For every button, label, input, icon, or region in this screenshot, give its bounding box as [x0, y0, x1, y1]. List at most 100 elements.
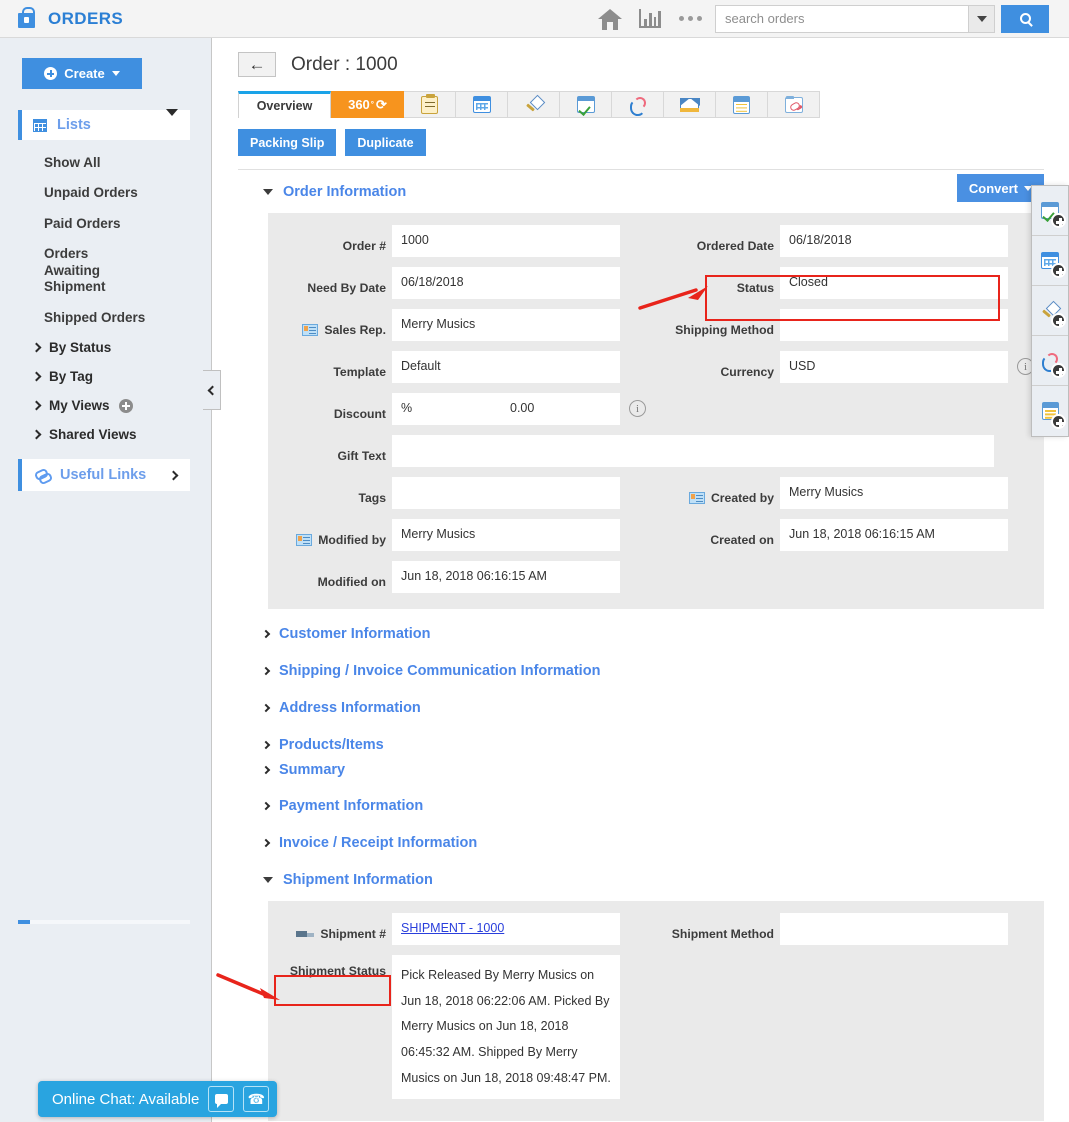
field-value[interactable]: Merry Musics [780, 477, 1008, 509]
field-label: Tags [358, 490, 386, 505]
dock-add-task[interactable] [1032, 186, 1068, 236]
main-content: ← Order : 1000 Overview 360 ° ⟳ Packing Sl… [213, 38, 1069, 1122]
plus-badge-icon [1051, 414, 1066, 429]
phone-icon: ☎ [247, 1091, 266, 1107]
field-value[interactable]: Default [392, 351, 620, 383]
field-value[interactable]: 1000 [392, 225, 620, 257]
back-button[interactable]: ← [238, 52, 276, 77]
sidebar-group-my-views[interactable]: My Views [0, 391, 211, 420]
tab-activities[interactable] [404, 91, 456, 118]
tab-360[interactable]: 360 ° ⟳ [331, 91, 404, 118]
dock-add-call[interactable] [1032, 336, 1068, 386]
field-value[interactable] [392, 435, 994, 467]
chat-status-label: Online Chat: Available [52, 1090, 200, 1108]
pin-icon [525, 96, 543, 114]
online-chat-widget[interactable]: Online Chat: Available ☎ [38, 1081, 278, 1117]
field-tags: Tags [268, 477, 620, 509]
field-value[interactable] [780, 913, 1008, 945]
tab-notes[interactable] [716, 91, 768, 118]
dock-add-note[interactable] [1032, 386, 1068, 436]
shipment-link[interactable]: SHIPMENT - 1000 [401, 921, 504, 935]
contact-card-icon [302, 323, 319, 336]
section-order-information[interactable]: Order Information [213, 184, 1069, 200]
field-value[interactable] [780, 309, 1008, 341]
task-check-icon [576, 96, 595, 113]
form-row: Shipment # SHIPMENT - 1000 Shipment Meth… [268, 913, 1044, 945]
bar-chart-icon[interactable] [630, 0, 670, 38]
field-value[interactable]: USD [780, 351, 1008, 383]
sidebar-item-orders-awaiting-shipment[interactable]: Orders Awaiting Shipment [0, 239, 132, 302]
tab-pins[interactable] [508, 91, 560, 118]
chat-call-button[interactable]: ☎ [243, 1086, 270, 1112]
field-value[interactable] [392, 477, 620, 509]
field-value[interactable]: 06/18/2018 [392, 267, 620, 299]
form-row: Template Default Currency USD i [268, 351, 1044, 383]
top-bar: ORDERS [0, 0, 1069, 38]
field-value[interactable]: Jun 18, 2018 06:16:15 AM [780, 519, 1008, 551]
field-value[interactable]: Jun 18, 2018 06:16:15 AM [392, 561, 620, 593]
field-value[interactable]: Merry Musics [392, 519, 620, 551]
dock-add-event[interactable] [1032, 236, 1068, 286]
section-address-information[interactable]: Address Information [213, 700, 1069, 716]
plus-badge-icon [1051, 363, 1066, 378]
sidebar-scrollbar[interactable] [18, 920, 190, 924]
field-label: Currency [720, 364, 774, 379]
section-products-items[interactable]: Products/Items [213, 737, 1069, 753]
duplicate-button[interactable]: Duplicate [345, 129, 426, 156]
section-shipment-information[interactable]: Shipment Information [213, 872, 1069, 888]
tab-attachments[interactable] [768, 91, 820, 118]
sidebar-item-show-all[interactable]: Show All [0, 148, 211, 178]
sidebar-group-shared-views[interactable]: Shared Views [0, 420, 211, 449]
sidebar-group-by-status[interactable]: By Status [0, 333, 211, 362]
info-icon[interactable]: i [629, 400, 646, 417]
section-invoice-receipt-information[interactable]: Invoice / Receipt Information [213, 835, 1069, 851]
section-label: Products/Items [279, 737, 384, 753]
field-gift-text: Gift Text [268, 435, 994, 467]
search-icon [1019, 13, 1031, 24]
section-payment-information[interactable]: Payment Information [213, 798, 1069, 814]
sidebar-item-lists[interactable]: Lists [18, 109, 190, 140]
quick-add-dock [1031, 185, 1069, 437]
dock-add-pin[interactable] [1032, 286, 1068, 336]
field-sales-rep: Sales Rep. Merry Musics [268, 309, 620, 341]
add-view-icon[interactable] [118, 398, 133, 413]
section-customer-information[interactable]: Customer Information [213, 626, 1069, 642]
tab-tasks[interactable] [560, 91, 612, 118]
chevron-down-icon [263, 189, 273, 195]
tab-emails[interactable] [664, 91, 716, 118]
field-label: Status [736, 280, 774, 295]
packing-slip-button[interactable]: Packing Slip [238, 129, 337, 156]
sidebar-item-paid-orders[interactable]: Paid Orders [0, 209, 211, 239]
sidebar-group-by-tag[interactable]: By Tag [0, 362, 211, 391]
home-icon[interactable] [590, 0, 630, 38]
action-toolbar: Packing Slip Duplicate [238, 129, 1069, 156]
tab-calls[interactable] [612, 91, 664, 118]
field-value[interactable]: Closed [780, 267, 1008, 299]
page-header: ← Order : 1000 [213, 38, 1069, 77]
create-button[interactable]: Create [22, 58, 142, 89]
sidebar-item-unpaid-orders[interactable]: Unpaid Orders [0, 178, 211, 208]
field-value[interactable]: Pick Released By Merry Musics on Jun 18,… [392, 955, 620, 1100]
tab-calendar[interactable] [456, 91, 508, 118]
field-value[interactable]: Merry Musics [392, 309, 620, 341]
field-label: Ordered Date [696, 238, 774, 253]
field-discount: Discount % 0.00 i [268, 393, 646, 425]
tab-overview[interactable]: Overview [238, 91, 331, 118]
chat-message-button[interactable] [208, 1086, 235, 1112]
search-button[interactable] [1001, 4, 1049, 33]
tab-360-label: 360 [348, 97, 370, 112]
sidebar-item-useful-links[interactable]: Useful Links [18, 459, 190, 492]
field-modified-on: Modified on Jun 18, 2018 06:16:15 AM [268, 561, 620, 593]
section-summary[interactable]: Summary [213, 762, 1069, 778]
section-shipping-invoice-communication-information[interactable]: Shipping / Invoice Communication Informa… [213, 663, 1069, 679]
field-value[interactable]: 06/18/2018 [780, 225, 1008, 257]
sidebar-item-shipped-orders[interactable]: Shipped Orders [0, 303, 211, 333]
more-dots-icon[interactable] [670, 0, 710, 38]
chevron-right-icon [168, 466, 179, 484]
field-shipment-number: Shipment # SHIPMENT - 1000 [268, 913, 620, 945]
sidebar-group-label: Shared Views [49, 427, 137, 443]
search-input[interactable] [715, 4, 968, 33]
search-scope-dropdown[interactable] [968, 4, 995, 33]
sidebar-collapse-toggle[interactable] [203, 370, 221, 410]
field-label: Gift Text [337, 448, 386, 463]
